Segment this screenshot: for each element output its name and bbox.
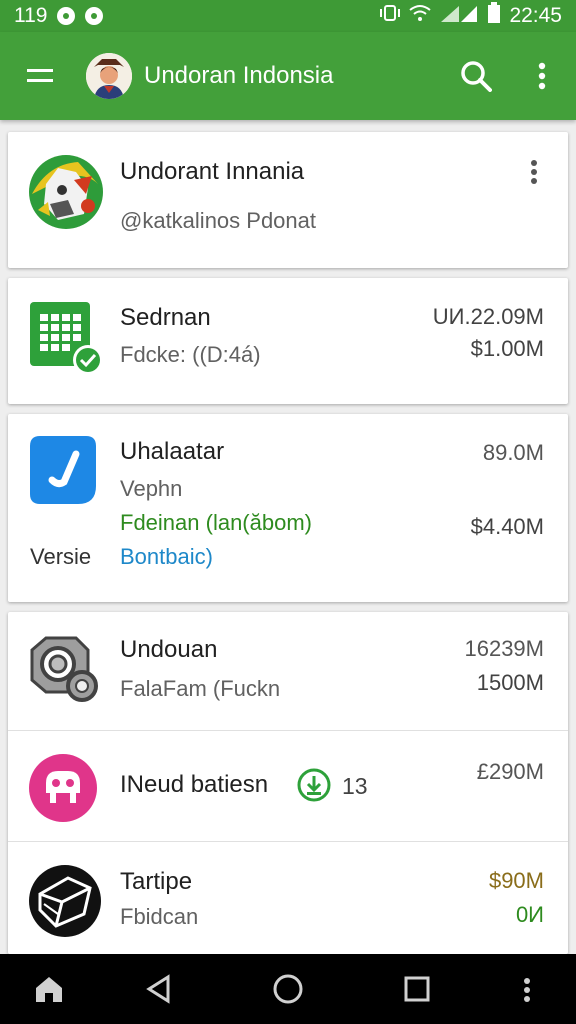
item-title: Undouan bbox=[120, 636, 218, 663]
app-title: Undoran Indonsia bbox=[144, 62, 334, 89]
list-item-sedrnan[interactable]: Sedrnan Fdcke: ((D:4á) UИ.22.09M $1.00M bbox=[8, 278, 568, 404]
home-icon bbox=[36, 977, 62, 1002]
recents-button[interactable] bbox=[392, 964, 442, 1014]
status-bar: 119 22:45 bbox=[0, 0, 576, 32]
item-amount-primary: $90M bbox=[488, 868, 544, 893]
item-subtitle: Vephn bbox=[120, 476, 183, 501]
check-badge-icon bbox=[30, 436, 96, 504]
more-vert-icon bbox=[531, 160, 537, 184]
signal-icon bbox=[439, 4, 479, 28]
search-button[interactable] bbox=[452, 52, 500, 100]
item-link-blue[interactable]: Bontbaic) bbox=[120, 544, 213, 570]
more-vert-icon bbox=[524, 978, 530, 1002]
battery-icon bbox=[487, 2, 501, 30]
menu-button[interactable] bbox=[0, 32, 80, 120]
item-side-label: Versie bbox=[30, 544, 92, 569]
item-amount-primary: £290M bbox=[476, 759, 544, 784]
item-amount-secondary: $1.00M bbox=[470, 336, 544, 361]
home-button[interactable] bbox=[24, 964, 74, 1014]
system-nav-bar bbox=[0, 954, 576, 1024]
item-amount-primary: 89.0M bbox=[482, 440, 544, 465]
nav-more-button[interactable] bbox=[502, 964, 552, 1014]
profile-handle: @katkalinos Pdonat bbox=[120, 208, 317, 233]
home-circle-icon bbox=[273, 974, 303, 1004]
item-subtitle: FalaFam (Fuckn bbox=[120, 676, 281, 701]
spreadsheet-check-icon bbox=[30, 302, 104, 378]
item-title: Tartipe bbox=[120, 868, 193, 895]
wifi-icon bbox=[409, 4, 432, 28]
gear-icon bbox=[26, 630, 100, 704]
item-badge-count: 13 bbox=[342, 773, 368, 799]
status-time-left: 119 bbox=[14, 4, 48, 27]
item-title: INeud batiesn bbox=[120, 771, 269, 798]
search-icon bbox=[461, 61, 492, 92]
profile-more-button[interactable] bbox=[522, 156, 546, 188]
item-amount-secondary: 1500M bbox=[476, 670, 544, 695]
list-group: Undouan FalaFam (Fuckn 16239M 1500M INeu… bbox=[8, 612, 568, 954]
list-item-uhalaatar[interactable]: Uhalaatar Vephn Fdeinan (lan(ăbom) Bontb… bbox=[8, 414, 568, 602]
profile-avatar bbox=[28, 154, 104, 230]
vibrate-icon bbox=[379, 4, 401, 28]
item-link-green[interactable]: Fdeinan (lan(ăbom) bbox=[120, 510, 312, 536]
app-bar: Undoran Indonsia bbox=[0, 32, 576, 120]
item-amount-secondary: $4.40M bbox=[470, 514, 544, 539]
recents-square-icon bbox=[404, 976, 430, 1002]
download-circle-icon[interactable] bbox=[296, 767, 332, 803]
status-time-right: 22:45 bbox=[509, 4, 562, 27]
back-button[interactable] bbox=[134, 964, 184, 1014]
item-amount-primary: 16239M bbox=[464, 636, 544, 661]
more-vert-icon bbox=[538, 62, 546, 90]
item-subtitle: Fbidcan bbox=[120, 904, 199, 929]
home-circle-button[interactable] bbox=[263, 964, 313, 1014]
cube-icon bbox=[28, 864, 102, 938]
more-options-button[interactable] bbox=[520, 52, 564, 100]
profile-name: Undorant Innania bbox=[120, 158, 305, 185]
robot-icon bbox=[28, 753, 98, 823]
item-subtitle: Fdcke: ((D:4á) bbox=[120, 342, 261, 367]
list-item-tartipe[interactable]: Tartipe Fbidcan $90M 0И bbox=[8, 842, 568, 954]
profile-card[interactable]: Undorant Innania @katkalinos Pdonat bbox=[8, 132, 568, 268]
item-title: Sedrnan bbox=[120, 304, 211, 331]
list-item-ineud-batiesn[interactable]: INeud batiesn 13 £290M bbox=[8, 731, 568, 841]
back-triangle-icon bbox=[146, 974, 170, 1004]
menu-icon bbox=[27, 69, 53, 82]
notification-icon bbox=[57, 7, 76, 25]
item-amount-primary: UИ.22.09M bbox=[432, 304, 544, 329]
item-amount-secondary: 0И bbox=[515, 902, 544, 927]
avatar[interactable] bbox=[86, 53, 132, 99]
item-title: Uhalaatar bbox=[120, 438, 225, 465]
shield-icon bbox=[85, 7, 104, 25]
list-item-undouan[interactable]: Undouan FalaFam (Fuckn 16239M 1500M bbox=[8, 612, 568, 730]
